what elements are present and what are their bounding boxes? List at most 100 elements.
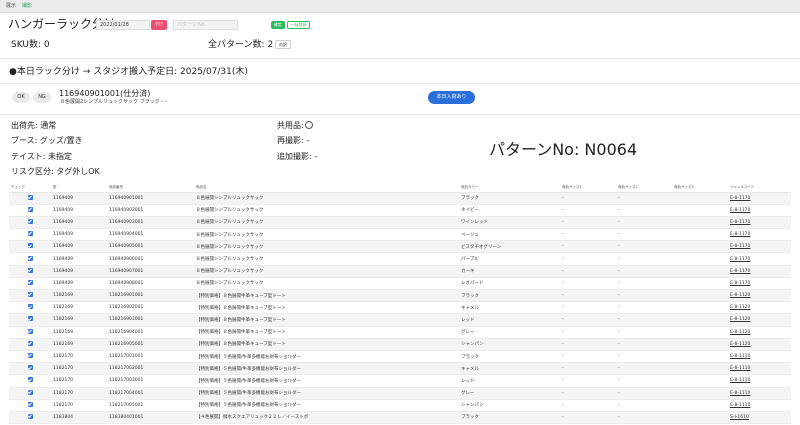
checkbox-cell [9, 265, 51, 278]
cell-style: 1169409 [51, 204, 107, 217]
cell-size1: - [560, 387, 616, 400]
cell-size2: - [616, 350, 672, 364]
cell-size3 [672, 387, 728, 400]
row-checkbox[interactable] [27, 231, 33, 237]
confirm-button[interactable]: 確定 [271, 21, 285, 29]
col-color: 商品カラー [459, 183, 560, 193]
row-checkbox[interactable] [27, 353, 33, 359]
table-row: 1182170 118217004001 【特別価格】５色展開/牛革多機能お財布ショ… [9, 387, 791, 400]
cell-color: キャメル [459, 301, 560, 315]
row-checkbox[interactable] [27, 292, 33, 298]
cell-genre-code[interactable]: E-8-1170 [728, 265, 791, 278]
cell-genre-code[interactable]: E-8-1170 [728, 216, 791, 230]
cell-genre-code[interactable]: E-8-1110 [728, 362, 791, 376]
cell-item-number: 116940901001 [107, 192, 194, 205]
ok-button[interactable]: OK [12, 92, 30, 103]
row-checkbox[interactable] [27, 194, 33, 200]
cell-style: 1169409 [51, 192, 107, 205]
cell-size1: - [560, 252, 616, 266]
cell-style: 1182170 [51, 387, 107, 400]
tab-shooting[interactable]: 撮影 [22, 3, 32, 9]
cell-size3 [672, 265, 728, 278]
cell-genre-code[interactable]: E-8-1120 [728, 313, 791, 327]
cell-color: シャンパン [459, 399, 560, 412]
breakdown-button[interactable]: 内訳 [275, 40, 291, 49]
cell-genre-code[interactable]: E-8-1170 [728, 277, 791, 291]
cell-style: 1182170 [51, 374, 107, 388]
cell-genre-code[interactable]: S-I-1610 [728, 411, 791, 425]
items-table-wrapper: チェック 型 商品番号 商品名 商品カラー 商品サイズ1 商品サイズ2 商品サイ… [9, 183, 791, 425]
cell-item-name: ８色展開シンプルリュックサック [194, 277, 459, 291]
cell-size1: - [560, 289, 616, 303]
cell-size2: - [616, 399, 672, 412]
arrived-today-button[interactable]: 本日入荷あり [428, 91, 475, 104]
row-checkbox[interactable] [27, 328, 33, 334]
date-input[interactable]: 2022/01/28 [96, 20, 150, 30]
row-checkbox[interactable] [27, 377, 33, 383]
cell-style: 1169409 [51, 216, 107, 230]
row-checkbox[interactable] [27, 316, 33, 322]
clear-date-button[interactable]: ｸﾘｱ [151, 20, 167, 30]
cell-color: カーキ [459, 265, 560, 278]
cell-genre-code[interactable]: E-8-1120 [728, 326, 791, 339]
ng-button[interactable]: NG [33, 92, 51, 103]
cell-genre-code[interactable]: E-8-1110 [728, 387, 791, 400]
cell-size2: - [616, 338, 672, 351]
divider [0, 114, 800, 115]
row-checkbox[interactable] [27, 218, 33, 224]
col-size1: 商品サイズ1 [560, 183, 616, 193]
cell-size1: - [560, 265, 616, 278]
table-row: 1182170 118217002001 【特別価格】５色展開/牛革多機能お財布ショ… [9, 362, 791, 376]
cell-item-name: 【特別価格】５色展開/牛革多機能お財布ショルダー [194, 374, 459, 388]
row-checkbox[interactable] [27, 389, 33, 395]
cell-genre-code[interactable]: E-8-1120 [728, 338, 791, 351]
cell-color: レッド [459, 374, 560, 388]
bulk-register-button[interactable]: 一括登録 [287, 21, 310, 29]
cell-size3 [672, 252, 728, 266]
cell-genre-code[interactable]: E-8-1170 [728, 192, 791, 205]
row-checkbox[interactable] [27, 267, 33, 273]
cell-item-number: 118216903001 [107, 313, 194, 327]
pattern-search-input[interactable] [173, 20, 238, 30]
cell-item-number: 118216902001 [107, 301, 194, 315]
col-item-name: 商品名 [194, 183, 459, 193]
checkbox-cell [9, 387, 51, 400]
row-checkbox[interactable] [27, 255, 33, 261]
col-style: 型 [51, 183, 107, 193]
cell-genre-code[interactable]: E-8-1120 [728, 301, 791, 315]
row-checkbox[interactable] [27, 206, 33, 212]
cell-genre-code[interactable]: E-8-1110 [728, 350, 791, 364]
cell-size3 [672, 399, 728, 412]
checkbox-cell [9, 289, 51, 303]
cell-genre-code[interactable]: E-8-1110 [728, 399, 791, 412]
cell-genre-code[interactable]: E-8-1170 [728, 240, 791, 254]
pattern-count: 全パターン数: 2 [208, 40, 274, 50]
cell-genre-code[interactable]: E-8-1170 [728, 204, 791, 217]
product-name: ８色展開2シンプルリュックサック ブラック - - [60, 99, 167, 105]
row-checkbox[interactable] [27, 401, 33, 407]
cell-item-number: 118217005001 [107, 399, 194, 412]
checkbox-cell [9, 399, 51, 412]
cell-color: ベージュ [459, 228, 560, 242]
cell-item-number: 118216901001 [107, 289, 194, 303]
shared-item-radio[interactable] [304, 121, 313, 129]
row-checkbox[interactable] [27, 243, 33, 249]
cell-genre-code[interactable]: E-8-1170 [728, 228, 791, 242]
cell-genre-code[interactable]: E-8-1120 [728, 289, 791, 303]
cell-item-name: ８色展開シンプルリュックサック [194, 216, 459, 230]
row-checkbox[interactable] [27, 279, 33, 285]
cell-size1: - [560, 192, 616, 205]
cell-genre-code[interactable]: E-8-1170 [728, 252, 791, 266]
row-checkbox[interactable] [27, 365, 33, 371]
cell-style: 1169409 [51, 252, 107, 266]
cell-style: 1182169 [51, 338, 107, 351]
row-checkbox[interactable] [27, 304, 33, 310]
cell-size1: - [560, 350, 616, 364]
tab-display[interactable]: 展示 [6, 3, 16, 9]
product-code: 116940901001(仕分済) [59, 89, 151, 98]
items-table: チェック 型 商品番号 商品名 商品カラー 商品サイズ1 商品サイズ2 商品サイ… [9, 183, 791, 425]
row-checkbox[interactable] [27, 413, 33, 419]
row-checkbox[interactable] [27, 340, 33, 346]
cell-genre-code[interactable]: E-8-1110 [728, 374, 791, 388]
cell-item-number: 118217001001 [107, 350, 194, 364]
